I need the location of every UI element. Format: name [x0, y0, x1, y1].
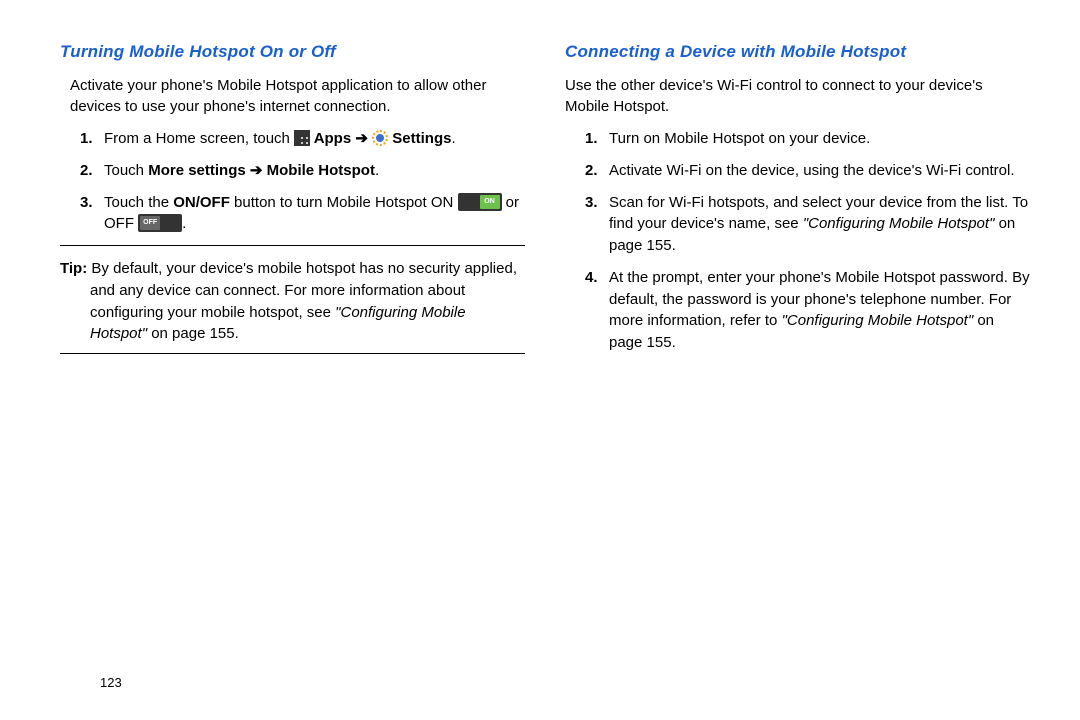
intro-right: Use the other device's Wi-Fi control to … — [565, 75, 1030, 119]
step-text: Touch More settings ➔ Mobile Hotspot. — [104, 160, 525, 182]
text: . — [375, 162, 379, 179]
text: . — [182, 215, 186, 232]
apps-icon — [294, 130, 310, 146]
tip-block: Tip: By default, your device's mobile ho… — [60, 258, 525, 345]
settings-label: Settings — [388, 130, 451, 147]
step-text: Activate Wi-Fi on the device, using the … — [609, 160, 1030, 182]
left-column: Turning Mobile Hotspot On or Off Activat… — [60, 40, 525, 710]
text: From a Home screen, touch — [104, 130, 294, 147]
step-2: 2. Activate Wi-Fi on the device, using t… — [585, 160, 1030, 182]
step-number: 3. — [80, 192, 104, 236]
step-3: 3. Touch the ON/OFF button to turn Mobil… — [80, 192, 525, 236]
divider — [60, 353, 525, 354]
step-text: Touch the ON/OFF button to turn Mobile H… — [104, 192, 525, 236]
text: . — [451, 130, 455, 147]
intro-left: Activate your phone's Mobile Hotspot app… — [70, 75, 525, 119]
toggle-on-icon: ON — [458, 193, 502, 211]
step-2: 2. Touch More settings ➔ Mobile Hotspot. — [80, 160, 525, 182]
divider — [60, 245, 525, 246]
step-3: 3. Scan for Wi-Fi hotspots, and select y… — [585, 192, 1030, 257]
step-1: 1. From a Home screen, touch Apps ➔ Sett… — [80, 128, 525, 150]
onoff-label: ON/OFF — [173, 194, 230, 211]
page-number: 123 — [100, 675, 122, 690]
step-1: 1. Turn on Mobile Hotspot on your device… — [585, 128, 1030, 150]
step-number: 3. — [585, 192, 609, 257]
step-text: From a Home screen, touch Apps ➔ Setting… — [104, 128, 525, 150]
reference: "Configuring Mobile Hotspot" — [782, 312, 974, 329]
text: Touch the — [104, 194, 173, 211]
heading-turning-hotspot: Turning Mobile Hotspot On or Off — [60, 40, 525, 65]
bold-path: More settings ➔ Mobile Hotspot — [148, 162, 375, 179]
step-number: 2. — [80, 160, 104, 182]
heading-connecting-device: Connecting a Device with Mobile Hotspot — [565, 40, 1030, 65]
tip-page-ref: on page 155. — [147, 325, 239, 342]
toggle-on-label: ON — [480, 195, 500, 209]
step-number: 1. — [80, 128, 104, 150]
step-number: 4. — [585, 267, 609, 354]
steps-right: 1. Turn on Mobile Hotspot on your device… — [585, 128, 1030, 354]
tip-label: Tip: — [60, 260, 91, 277]
toggle-off-label: OFF — [140, 216, 160, 230]
text: button to turn Mobile Hotspot ON — [230, 194, 458, 211]
settings-icon — [372, 130, 388, 146]
right-column: Connecting a Device with Mobile Hotspot … — [565, 40, 1030, 710]
text: Touch — [104, 162, 148, 179]
step-number: 2. — [585, 160, 609, 182]
step-text: At the prompt, enter your phone's Mobile… — [609, 267, 1030, 354]
step-text: Scan for Wi-Fi hotspots, and select your… — [609, 192, 1030, 257]
step-4: 4. At the prompt, enter your phone's Mob… — [585, 267, 1030, 354]
steps-left: 1. From a Home screen, touch Apps ➔ Sett… — [80, 128, 525, 235]
step-number: 1. — [585, 128, 609, 150]
reference: "Configuring Mobile Hotspot" — [803, 215, 995, 232]
step-text: Turn on Mobile Hotspot on your device. — [609, 128, 1030, 150]
arrow-icon: ➔ — [355, 130, 368, 147]
toggle-off-icon: OFF — [138, 214, 182, 232]
apps-label: Apps — [310, 130, 355, 147]
manual-page: Turning Mobile Hotspot On or Off Activat… — [0, 0, 1080, 720]
